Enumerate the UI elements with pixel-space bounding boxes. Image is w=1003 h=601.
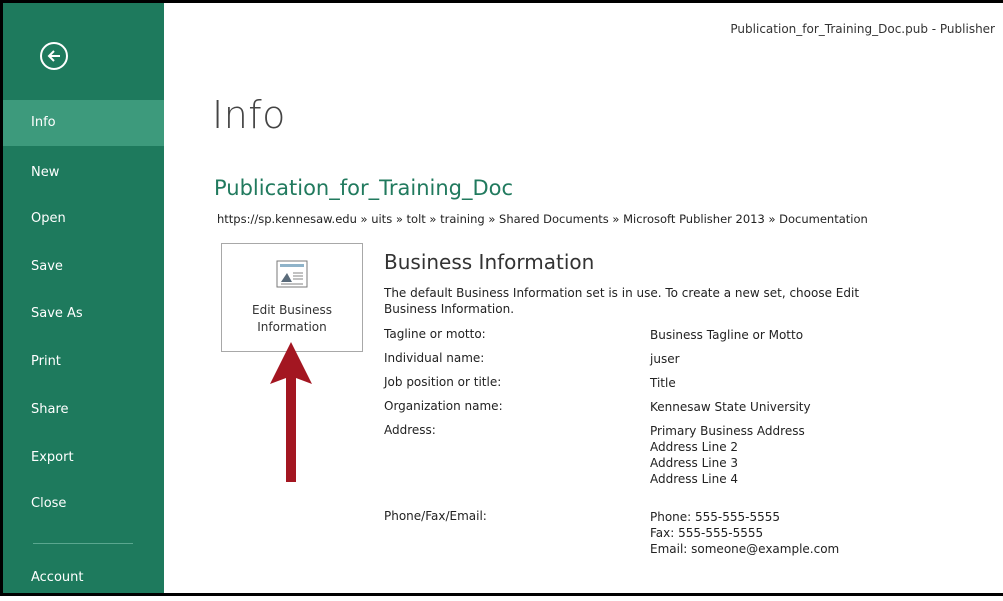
nav-item-account[interactable]: Account <box>3 555 164 601</box>
job-title-value-line: Title <box>650 376 676 390</box>
nav-item-info[interactable]: Info <box>3 100 164 146</box>
nav-item-close[interactable]: Close <box>3 481 164 527</box>
address-line: Primary Business Address <box>650 424 805 438</box>
business-information-heading: Business Information <box>384 250 595 274</box>
business-information-description: The default Business Information set is … <box>384 285 944 317</box>
phone-fax-email-value: Phone: 555-555-5555 Fax: 555-555-5555 Em… <box>650 509 839 557</box>
address-line: Address Line 3 <box>650 456 739 470</box>
organization-name-value: Kennesaw State University <box>650 399 811 415</box>
address-line: Address Line 4 <box>650 472 739 486</box>
nav-divider <box>33 543 133 544</box>
description-line2: Business Information. <box>384 302 515 316</box>
address-line: Address Line 2 <box>650 440 739 454</box>
edit-button-label-line2: Information <box>257 320 327 334</box>
back-arrow-circle-icon <box>47 50 60 62</box>
business-card-icon <box>276 260 308 288</box>
nav-item-save[interactable]: Save <box>3 244 164 290</box>
individual-name-label: Individual name: <box>384 351 485 365</box>
email-line: Email: someone@example.com <box>650 542 840 556</box>
edit-business-information-label: Edit Business Information <box>222 302 362 336</box>
individual-name-value-line: juser <box>650 352 680 366</box>
annotation-arrow-icon <box>270 342 312 482</box>
tagline-value-line: Business Tagline or Motto <box>650 328 804 342</box>
address-label: Address: <box>384 423 436 437</box>
document-location-breadcrumb[interactable]: https://sp.kennesaw.edu » uits » tolt » … <box>217 212 868 226</box>
nav-item-new[interactable]: New <box>3 150 164 196</box>
organization-name-value-line: Kennesaw State University <box>650 400 811 414</box>
document-title: Publication_for_Training_Doc <box>214 176 514 200</box>
backstage-sidebar: Info New Open Save Save As Print Share E… <box>3 3 164 593</box>
address-value: Primary Business Address Address Line 2 … <box>650 423 805 487</box>
page-title: Info <box>212 93 286 137</box>
job-title-value: Title <box>650 375 676 391</box>
description-line1: The default Business Information set is … <box>384 286 860 300</box>
nav-item-share[interactable]: Share <box>3 387 164 433</box>
tagline-label: Tagline or motto: <box>384 327 486 341</box>
nav-item-open[interactable]: Open <box>3 196 164 242</box>
organization-name-label: Organization name: <box>384 399 503 413</box>
individual-name-value: juser <box>650 351 680 367</box>
nav-item-print[interactable]: Print <box>3 339 164 385</box>
window-title: Publication_for_Training_Doc.pub - Publi… <box>730 22 995 36</box>
phone-fax-email-label: Phone/Fax/Email: <box>384 509 487 523</box>
back-button[interactable] <box>40 42 68 70</box>
tagline-value: Business Tagline or Motto <box>650 327 803 343</box>
edit-business-information-button[interactable]: Edit Business Information <box>221 243 363 352</box>
job-title-label: Job position or title: <box>384 375 502 389</box>
phone-line: Phone: 555-555-5555 <box>650 510 781 524</box>
fax-line: Fax: 555-555-5555 <box>650 526 764 540</box>
nav-item-export[interactable]: Export <box>3 435 164 481</box>
nav-item-save-as[interactable]: Save As <box>3 291 164 337</box>
edit-button-label-line1: Edit Business <box>252 303 332 317</box>
